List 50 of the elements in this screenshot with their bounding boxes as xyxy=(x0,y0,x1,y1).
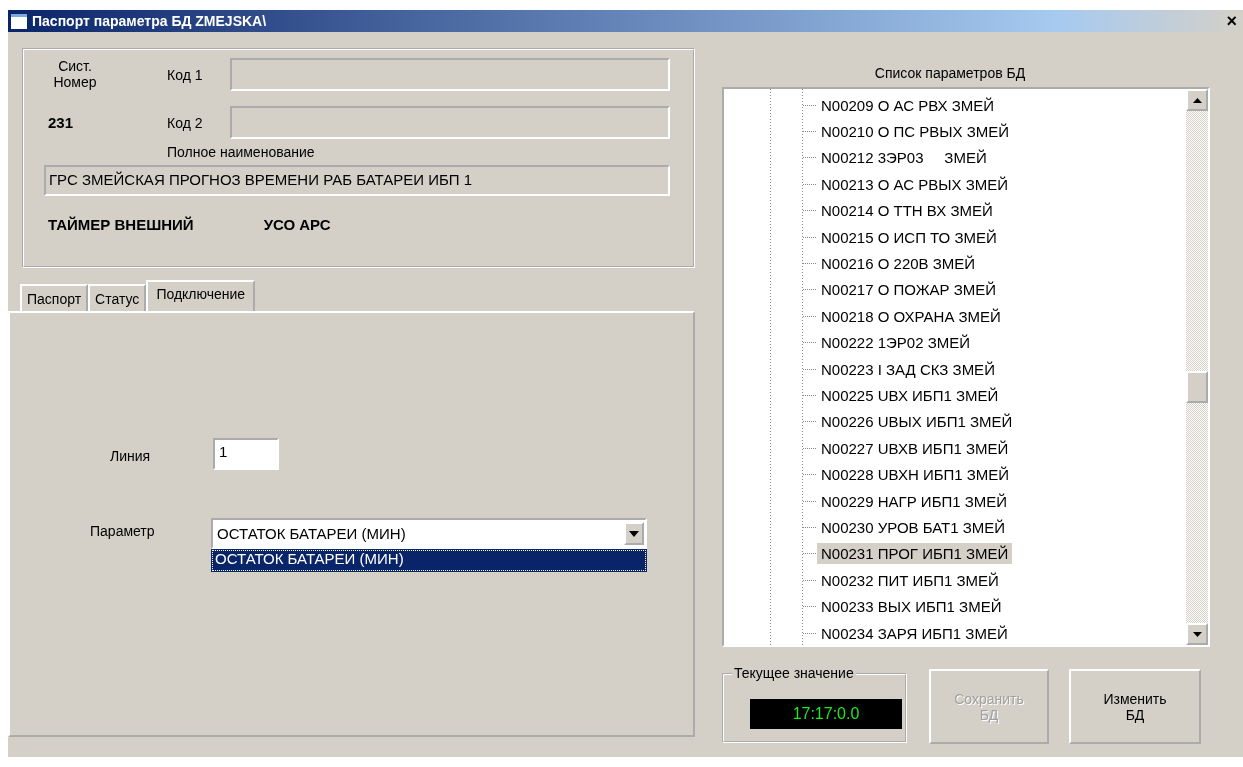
tree-item[interactable]: N00215 О ИСП ТО ЗМЕЙ xyxy=(817,226,1001,248)
tree-item[interactable]: N00230 УРОВ БАТ1 ЗМЕЙ xyxy=(817,516,1010,538)
system-number-label: Сист. Номер xyxy=(52,58,98,91)
tree-item[interactable]: N00217 О ПОЖАР ЗМЕЙ xyxy=(817,279,1001,301)
dropdown-option[interactable]: ОСТАТОК БАТАРЕИ (МИН) xyxy=(211,549,647,572)
tab[interactable]: Паспорт xyxy=(20,284,89,311)
tree-item[interactable]: N00233 ВЫХ ИБП1 ЗМЕЙ xyxy=(817,596,1006,618)
full-name-field[interactable]: ГРС ЗМЕЙСКАЯ ПРОГНОЗ ВРЕМЕНИ РАБ БАТАРЕИ ИБП 1 xyxy=(44,165,670,196)
tree-item[interactable]: N00214 О ТТН ВХ ЗМЕЙ xyxy=(817,200,997,222)
line-label: Линия xyxy=(110,447,152,464)
parameter-dropdown[interactable]: ОСТАТОК БАТАРЕИ (МИН) xyxy=(211,518,647,549)
tree-item[interactable]: N00216 О 220В ЗМЕЙ xyxy=(817,253,980,275)
tree-item[interactable]: N00231 ПРОГ ИБП1 ЗМЕЙ xyxy=(817,543,1013,565)
code-label: Код 1 xyxy=(167,66,204,83)
current-value-label: Текущее значение xyxy=(732,665,856,681)
tree-item[interactable]: N00209 О АС РВХ ЗМЕЙ xyxy=(817,94,999,116)
uso-type: УСО АРС xyxy=(263,216,331,233)
code-field[interactable] xyxy=(230,106,670,139)
scroll-thumb[interactable] xyxy=(1186,371,1208,403)
tree-item[interactable]: N00225 UВХ ИБП1 ЗМЕЙ xyxy=(817,385,1003,406)
scroll-down-icon[interactable] xyxy=(1186,623,1208,645)
current-value-display: 17:17:0.0 xyxy=(750,699,902,729)
close-button[interactable]: × xyxy=(1220,11,1243,31)
window-title: Паспорт параметра БД ZMEJSKA\ xyxy=(32,13,267,29)
list-title: Список параметров БД xyxy=(874,65,1026,81)
scroll-up-icon[interactable] xyxy=(1186,89,1208,111)
tree-item[interactable]: N00226 UВЫХ ИБП1 ЗМЕЙ xyxy=(817,411,1017,433)
tab[interactable]: Статус xyxy=(88,284,147,311)
full-name-label: Полное наименование xyxy=(167,144,316,160)
database-button[interactable]: Изменить БД xyxy=(1069,669,1201,744)
code-label: Код 2 xyxy=(167,114,204,131)
tree-item[interactable]: N00229 НАГР ИБП1 ЗМЕЙ xyxy=(817,490,1012,512)
tree-item[interactable]: N00232 ПИТ ИБП1 ЗМЕЙ xyxy=(817,569,1003,591)
tree-item[interactable]: N00210 О ПС РВЫХ ЗМЕЙ xyxy=(817,121,1014,143)
window-icon xyxy=(11,13,27,29)
tree-item[interactable]: N00234 ЗАРЯ ИБП1 ЗМЕЙ xyxy=(817,622,1012,644)
tab[interactable]: Подключение xyxy=(146,280,256,311)
tree-item[interactable]: N00223 I ЗАД СКЗ ЗМЕЙ xyxy=(817,358,999,380)
line-input[interactable]: 1 xyxy=(213,438,279,470)
scrollbar[interactable] xyxy=(1186,89,1208,645)
system-number: 231 xyxy=(48,114,74,131)
timer-type: ТАЙМЕР ВНЕШНИЙ xyxy=(48,216,194,233)
tree-item[interactable]: N00218 О ОХРАНА ЗМЕЙ xyxy=(817,305,1005,327)
parameter-label: Параметр xyxy=(90,522,156,539)
tree-item[interactable]: N00213 О АС РВЫХ ЗМЕЙ xyxy=(817,173,1013,195)
tree-item[interactable]: N00228 UВХН ИБП1 ЗМЕЙ xyxy=(817,464,1014,486)
tree-item[interactable]: N00227 UВХВ ИБП1 ЗМЕЙ xyxy=(817,437,1013,459)
tree-item[interactable]: N00222 1ЭР02 ЗМЕЙ xyxy=(817,332,975,354)
code-field[interactable] xyxy=(230,58,670,91)
tree-item[interactable]: N00212 3ЭР03 ЗМЕЙ xyxy=(817,147,991,169)
